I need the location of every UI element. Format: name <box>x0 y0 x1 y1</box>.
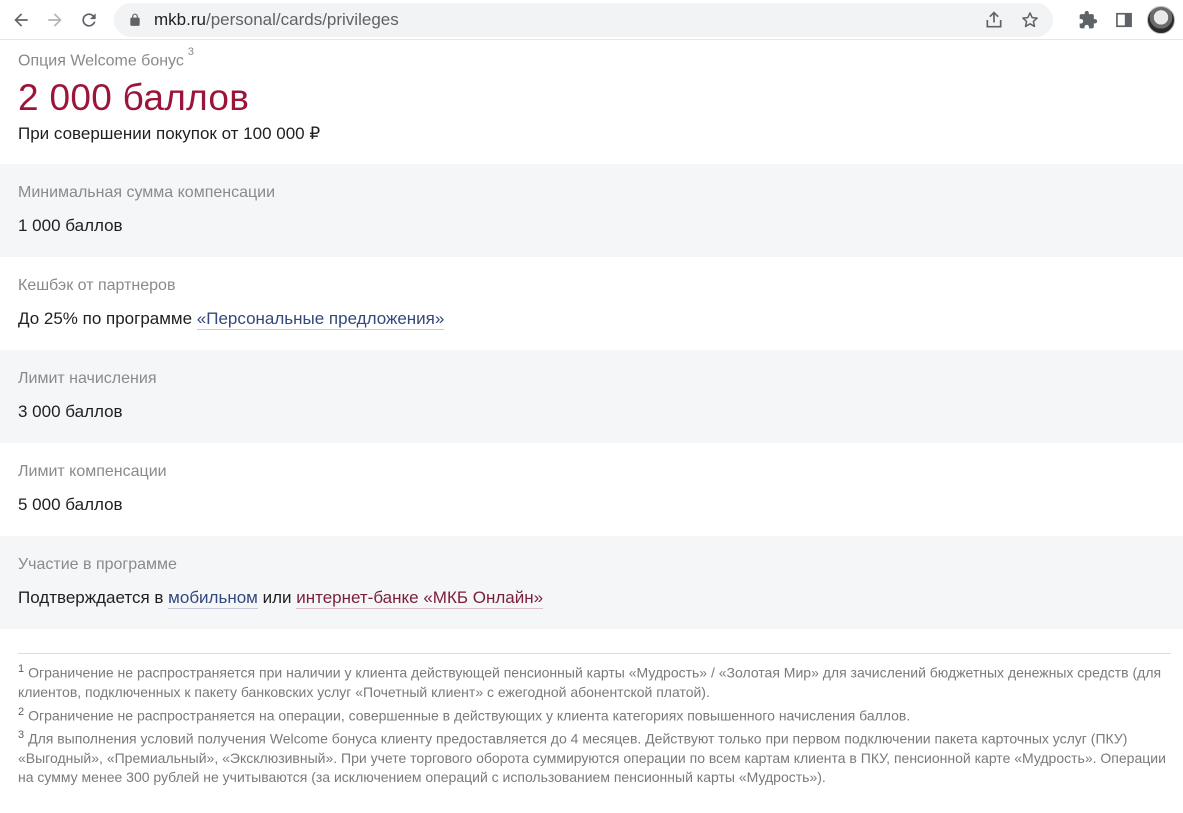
footnote-number: 3 <box>18 728 25 741</box>
footnote-text: Ограничение не распространяется на опера… <box>28 707 911 724</box>
row-value: До 25% по программе «Персональные предло… <box>18 309 1165 330</box>
row-label: Участие в программе <box>18 556 177 573</box>
star-icon <box>1022 11 1038 27</box>
row-value: 1 000 баллов <box>18 216 123 235</box>
puzzle-icon <box>1079 10 1098 28</box>
address-bar[interactable]: mkb.ru/personal/cards/privileges <box>114 2 1053 37</box>
profile-avatar[interactable] <box>1147 5 1175 34</box>
row-label: Лимит начисления <box>18 370 157 387</box>
row-label: Кешбэк от партнеров <box>18 277 176 294</box>
share-button[interactable] <box>983 9 1005 31</box>
lock-icon <box>130 13 140 26</box>
footnotes: 1 Ограничение не распространяется при нал… <box>18 653 1171 788</box>
footnote-2: 2 Ограничение не распространяется на опер… <box>18 703 1171 726</box>
row-value: Подтверждается в мобильном или интернет-… <box>18 588 1165 609</box>
footnote-1: 1 Ограничение не распространяется при нал… <box>18 660 1171 703</box>
reload-button[interactable] <box>74 5 104 35</box>
arrow-left-icon <box>14 12 28 27</box>
footnote-number: 2 <box>18 705 25 718</box>
url-text[interactable]: mkb.ru/personal/cards/privileges <box>154 10 969 30</box>
row-value-text: До 25% по программе <box>18 309 197 328</box>
personal-offers-link[interactable]: «Персональные предложения» <box>196 309 445 330</box>
program-participation-row: Участие в программе Подтверждается в моб… <box>0 536 1183 629</box>
row-value: 3 000 баллов <box>18 402 123 421</box>
partner-cashback-row: Кешбэк от партнеров До 25% по программе … <box>0 257 1183 350</box>
mobile-bank-link[interactable]: мобильном <box>168 588 258 609</box>
extensions-button[interactable] <box>1073 5 1103 35</box>
footnote-text: Для выполнения условий получения Welcome… <box>18 730 1166 786</box>
welcome-bonus-description: При совершении покупок от 100 000 ₽ <box>18 124 321 144</box>
side-panel-icon <box>1116 12 1132 27</box>
bookmark-button[interactable] <box>1019 9 1041 31</box>
welcome-bonus-amount: 2 000 баллов <box>18 77 250 119</box>
back-button[interactable] <box>6 5 36 35</box>
footnote-text: Ограничение не распространяется при нали… <box>18 664 1162 701</box>
url-host: mkb.ru <box>154 9 206 29</box>
footnote-3: 3 Для выполнения условий получения Welcom… <box>18 726 1171 788</box>
min-compensation-row: Минимальная сумма компенсации 1 000 балл… <box>0 164 1183 257</box>
row-label: Минимальная сумма компенсации <box>18 184 276 201</box>
arrow-right-icon <box>48 12 62 27</box>
row-label: Лимит компенсации <box>18 463 167 480</box>
side-panel-button[interactable] <box>1109 5 1139 35</box>
row-value-connector: или <box>257 588 297 607</box>
accrual-limit-row: Лимит начисления 3 000 баллов <box>0 350 1183 443</box>
url-path: /personal/cards/privileges <box>205 9 399 29</box>
forward-button[interactable] <box>40 5 70 35</box>
share-icon <box>986 10 1002 27</box>
footnote-ref-3[interactable]: 3 <box>188 46 194 58</box>
compensation-limit-row: Лимит компенсации 5 000 баллов <box>0 443 1183 536</box>
row-value: 5 000 баллов <box>18 495 123 514</box>
reload-icon <box>82 12 96 27</box>
browser-toolbar: mkb.ru/personal/cards/privileges <box>0 0 1183 40</box>
page-content: Опция Welcome бонус 3 2 000 баллов При со… <box>0 40 1183 788</box>
footnote-number: 1 <box>18 663 25 675</box>
welcome-bonus-section: Опция Welcome бонус 3 2 000 баллов При со… <box>0 40 1183 164</box>
welcome-bonus-label: Опция Welcome бонус 3 <box>18 46 194 70</box>
row-value-text: Подтверждается в <box>18 588 169 607</box>
welcome-bonus-label-text: Опция Welcome бонус <box>18 52 184 70</box>
online-bank-link[interactable]: интернет-банке «МКБ Онлайн» <box>296 588 544 609</box>
